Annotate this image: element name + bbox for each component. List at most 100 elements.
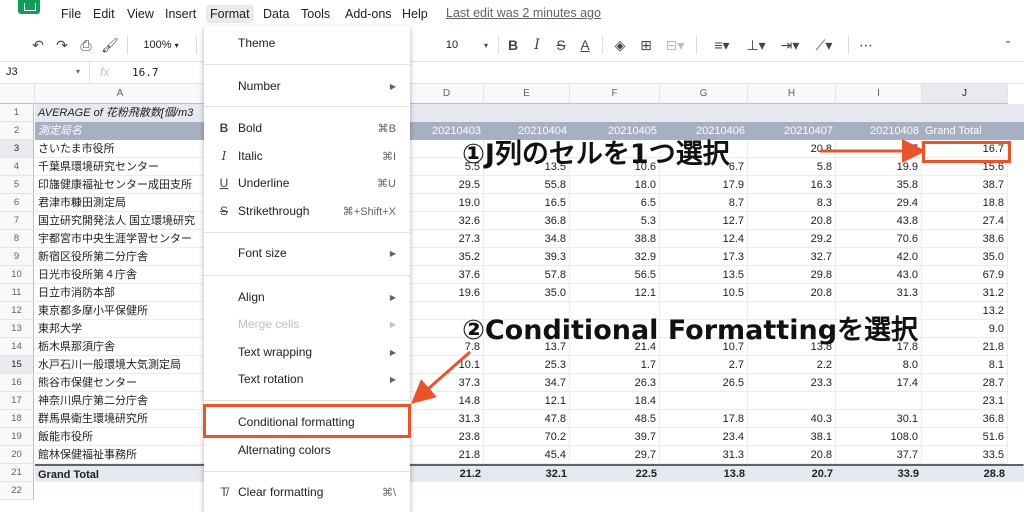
value-cell[interactable]: 30.1 [836,410,922,428]
station-name-cell[interactable]: 国立研究開発法人 国立環境研究 [35,212,206,230]
value-cell[interactable]: 14.8 [410,392,484,410]
grand-total-value-cell[interactable]: 51.6 [922,428,1008,446]
value-cell[interactable]: 39.7 [570,428,660,446]
value-cell[interactable]: 35.0 [484,284,570,302]
value-cell[interactable]: 17.9 [660,176,748,194]
value-cell[interactable]: 43.0 [836,266,922,284]
grand-total-cell[interactable]: 21.2 [410,465,484,483]
value-cell[interactable]: 25.3 [484,356,570,374]
value-cell[interactable]: 8.0 [836,356,922,374]
value-cell[interactable]: 20.8 [748,140,836,158]
value-cell[interactable] [836,392,922,410]
station-name-cell[interactable]: 東邦大学 [35,320,206,338]
station-name-cell[interactable]: 飯能市役所 [35,428,206,446]
value-cell[interactable]: 1.7 [570,356,660,374]
station-name-cell[interactable]: 君津市糠田測定局 [35,194,206,212]
grand-total-value-cell[interactable]: 13.2 [922,302,1008,320]
column-header-g[interactable]: G [660,84,748,104]
value-cell[interactable]: 32.9 [570,248,660,266]
grand-total-value-cell[interactable]: 8.1 [922,356,1008,374]
value-cell[interactable]: 17.8 [660,410,748,428]
menu-item-number[interactable]: Number ▶ [204,73,410,99]
menu-addons[interactable]: Add-ons [341,5,396,23]
column-header-f[interactable]: F [570,84,660,104]
value-cell[interactable]: 39.3 [484,248,570,266]
column-header-e[interactable]: E [484,84,570,104]
vertical-align-icon[interactable]: ⊥▾ [742,34,770,56]
value-cell[interactable]: 29.7 [570,446,660,464]
row-header-4[interactable]: 4 [0,158,34,176]
row-header-10[interactable]: 10 [0,266,34,284]
more-icon[interactable]: ⋯ [856,34,876,56]
value-cell[interactable]: 23.4 [660,428,748,446]
menu-item-font-size[interactable]: Font size ▶ [204,240,410,266]
station-name-cell[interactable]: 神奈川県庁第二分庁舎 [35,392,206,410]
station-name-cell[interactable]: 熊谷市保健センター [35,374,206,392]
row-header-2[interactable]: 2 [0,122,34,140]
value-cell[interactable]: 45.4 [484,446,570,464]
row-header-22[interactable]: 22 [0,482,34,500]
merge-cells-icon[interactable]: ⊟▾ [662,34,688,56]
value-cell[interactable]: 55.8 [484,176,570,194]
grand-total-value-cell[interactable]: 9.0 [922,320,1008,338]
value-cell[interactable]: 32.6 [410,212,484,230]
grand-total-value-cell[interactable]: 31.2 [922,284,1008,302]
value-cell[interactable]: 34.7 [484,374,570,392]
grand-total-header-cell[interactable]: Grand Total [922,122,1002,140]
value-cell[interactable]: 12.1 [570,284,660,302]
menu-item-underline[interactable]: U Underline ⌘U [204,170,410,196]
value-cell[interactable]: 8.7 [660,194,748,212]
value-cell[interactable]: 29.8 [748,266,836,284]
undo-icon[interactable]: ↶ [28,34,48,56]
grand-total-value-cell[interactable]: 35.0 [922,248,1008,266]
value-cell[interactable]: 8.3 [748,194,836,212]
value-cell[interactable] [660,392,748,410]
value-cell[interactable]: 31.3 [410,410,484,428]
grand-total-cell[interactable]: 33.9 [836,465,922,483]
value-cell[interactable]: 36.8 [484,212,570,230]
value-cell[interactable] [748,392,836,410]
value-cell[interactable]: 17.4 [836,374,922,392]
grand-total-value-cell[interactable]: 18.8 [922,194,1008,212]
value-cell[interactable]: 29.5 [410,176,484,194]
value-cell[interactable]: 27.3 [410,230,484,248]
value-cell[interactable]: 5.3 [570,212,660,230]
row-header-5[interactable]: 5 [0,176,34,194]
value-cell[interactable]: 20.8 [748,446,836,464]
collapse-toolbar-icon[interactable]: ⌃ [1000,34,1016,56]
menu-view[interactable]: View [123,5,158,23]
value-cell[interactable]: 70.2 [484,428,570,446]
column-header-d[interactable]: D [410,84,484,104]
value-cell[interactable]: 29.4 [836,194,922,212]
value-cell[interactable]: 37.6 [410,266,484,284]
value-cell[interactable]: 18.0 [570,176,660,194]
row-header-8[interactable]: 8 [0,230,34,248]
value-cell[interactable]: 10.5 [660,284,748,302]
grand-total-value-cell[interactable]: 27.4 [922,212,1008,230]
menu-item-italic[interactable]: I Italic ⌘I [204,143,410,169]
station-name-cell[interactable]: 日光市役所第４庁舎 [35,266,206,284]
value-cell[interactable]: 32.7 [748,248,836,266]
value-cell[interactable]: 34.8 [484,230,570,248]
menu-item-strikethrough[interactable]: S Strikethrough ⌘+Shift+X [204,198,410,224]
value-cell[interactable]: 20.8 [748,212,836,230]
menu-item-alternating-colors[interactable]: Alternating colors [204,437,410,463]
grand-total-value-cell[interactable]: 21.8 [922,338,1008,356]
fill-color-icon[interactable]: ◈ [610,34,630,56]
grand-total-cell[interactable]: 13.8 [660,465,748,483]
value-cell[interactable]: 38.8 [570,230,660,248]
row-header-20[interactable]: 20 [0,446,34,464]
menu-data[interactable]: Data [259,5,293,23]
italic-icon[interactable]: I [528,34,546,56]
grand-total-value-cell[interactable]: 33.5 [922,446,1008,464]
value-cell[interactable]: 16.3 [748,176,836,194]
value-cell[interactable]: 21.8 [410,446,484,464]
value-cell[interactable]: 43.8 [836,212,922,230]
value-cell[interactable]: 2.2 [748,356,836,374]
value-cell[interactable]: 26.3 [570,374,660,392]
menu-help[interactable]: Help [398,5,432,23]
value-cell[interactable]: 10.1 [410,356,484,374]
formula-input[interactable]: 16.7 [132,66,159,79]
column-header-h[interactable]: H [748,84,836,104]
station-name-cell[interactable]: 印旛健康福祉センター成田支所 [35,176,206,194]
